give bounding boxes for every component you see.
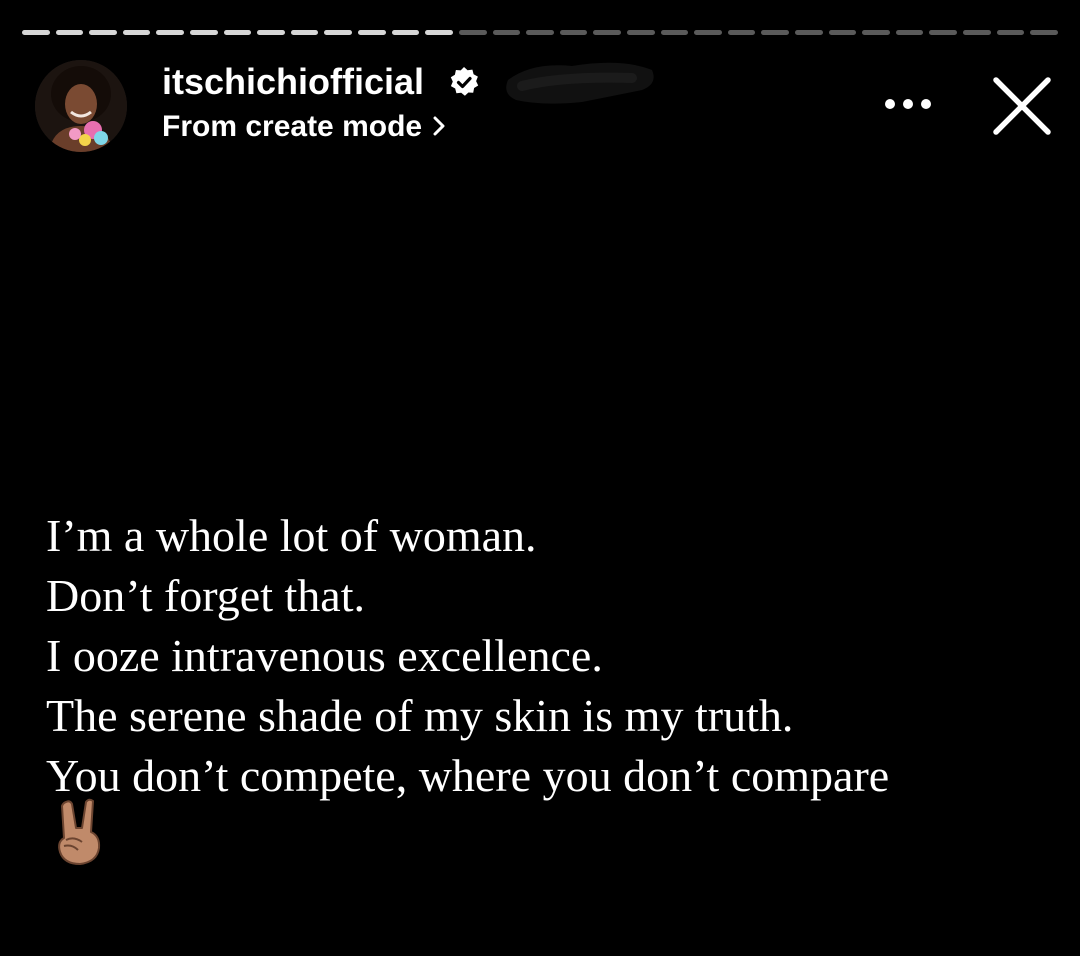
story-progress-segment [391,30,420,35]
story-progress-segment [895,30,924,35]
close-icon[interactable] [986,70,1058,142]
story-progress-segment [694,30,722,35]
profile-photo-icon [35,60,127,152]
story-text-line: Don’t forget that. [46,570,365,621]
username[interactable]: itschichiofficial [162,60,424,104]
redacted-overlay [506,62,654,104]
story-progress-segment [963,30,991,35]
victory-hand-emoji-icon: ✌🏽 [58,798,101,865]
story-progress-segment [593,30,621,35]
story-progress-segment [425,30,453,35]
story-progress-segment [257,30,285,35]
story-progress-segment [223,30,252,35]
story-progress-segment [996,30,1025,35]
story-progress-segment [190,30,218,35]
avatar[interactable] [35,60,127,152]
story-text-line: I ooze intravenous excellence. [46,630,603,681]
story-progress-segment [458,30,487,35]
more-horizontal-icon[interactable] [876,86,940,122]
story-progress-segment [828,30,857,35]
story-text-line: The serene shade of my skin is my truth. [46,690,794,741]
story-progress-segment [626,30,655,35]
story-progress-segment [22,30,50,35]
story-progress-segment [761,30,790,35]
story-progress-segment [660,30,689,35]
story-progress-segment [156,30,185,35]
verified-badge-icon [450,67,479,96]
story-text: I’m a whole lot of woman. Don’t forget t… [46,506,1066,806]
story-progress-segment [929,30,958,35]
story-progress-segment [89,30,117,35]
chevron-right-icon [433,116,445,136]
story-progress-segment [1030,30,1058,35]
story-progress-segment [290,30,319,35]
story-progress-segment [795,30,823,35]
story-progress-segment [559,30,588,35]
story-progress-segment [358,30,386,35]
story-progress-segment [122,30,151,35]
story-progress-segment [492,30,521,35]
story-progress-bar [22,30,1058,35]
story-text-line: You don’t compete, where you don’t compa… [46,750,890,801]
story-progress-segment [727,30,756,35]
story-progress-segment [526,30,554,35]
story-progress-segment [862,30,890,35]
story-progress-segment [55,30,84,35]
story-progress-segment [324,30,353,35]
story-source-link[interactable]: From create mode [162,108,446,146]
subtitle-text: From create mode [162,110,423,143]
story-text-line: I’m a whole lot of woman. [46,510,537,561]
